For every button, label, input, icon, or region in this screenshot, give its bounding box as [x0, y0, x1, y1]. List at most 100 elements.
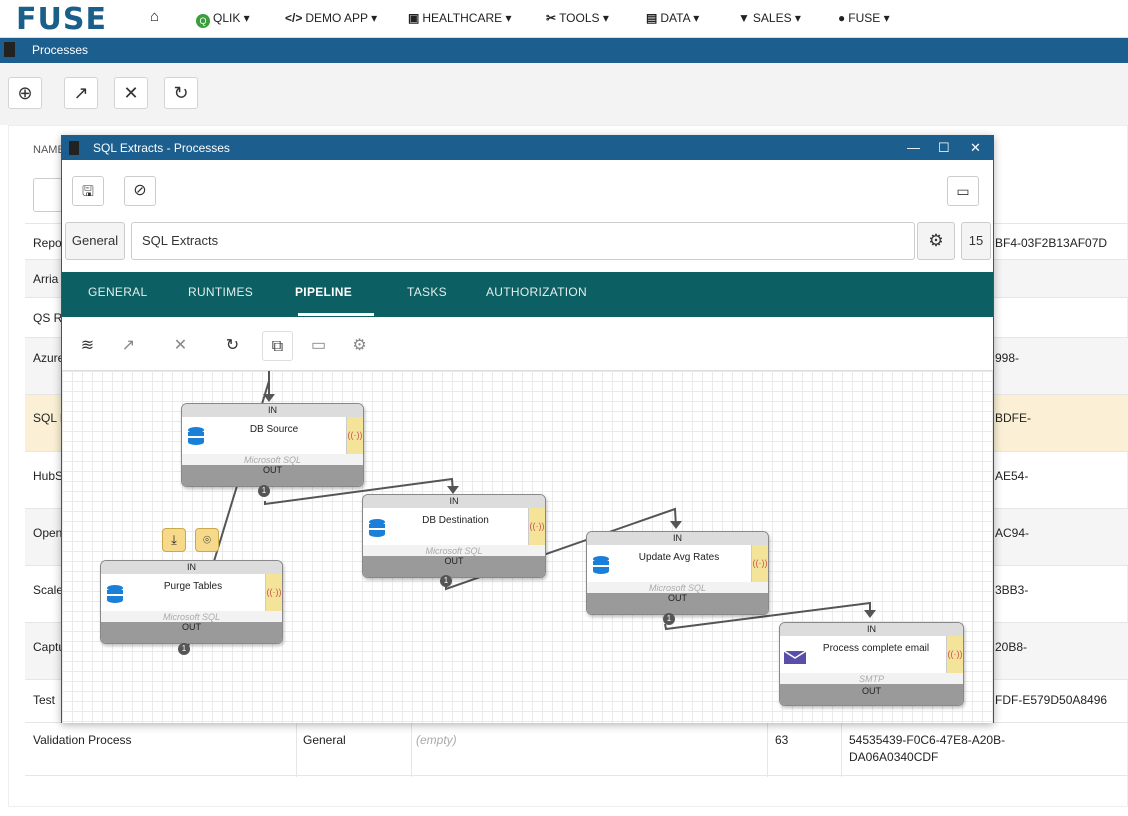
add-button[interactable]: ⊕	[8, 77, 42, 109]
nav-sales[interactable]: ▼ SALES ▾	[738, 11, 801, 25]
table-row[interactable]: Validation Process General (empty) 63 54…	[25, 722, 1128, 777]
row-id: FDF-E579D50A8496	[995, 693, 1108, 707]
node-settings-icon[interactable]: ((·))	[346, 417, 363, 454]
nav-data[interactable]: ▤ DATA ▾	[646, 11, 699, 25]
nav-fuse[interactable]: ● FUSE ▾	[838, 11, 890, 25]
node-in-port[interactable]: IN	[101, 561, 282, 574]
nav-qlik-label: QLIK ▾	[213, 11, 250, 25]
connection-count-badge: 1	[178, 643, 190, 655]
category-select[interactable]: General	[65, 222, 125, 260]
page-title: Processes	[32, 43, 89, 57]
node-in-port[interactable]: IN	[780, 623, 963, 636]
process-editor-dialog: SQL Extracts - Processes — ☐ ✕ 🖫 ⊘ ▭ Gen…	[61, 135, 994, 723]
refresh-button[interactable]: ↻	[164, 77, 198, 109]
node-out-port[interactable]: OUT	[182, 465, 363, 486]
row-id: 20B8-	[995, 640, 1028, 654]
node-settings-icon[interactable]: ((·))	[946, 636, 963, 673]
maximize-icon[interactable]: ☐	[938, 140, 950, 156]
delete-button[interactable]: ✕	[114, 77, 148, 109]
row-id: 54535439-F0C6-47E8-A20B-	[849, 733, 1006, 747]
row-name: Repo	[33, 236, 62, 250]
connection-count-badge: 1	[663, 613, 675, 625]
nav-demo-app-label: DEMO APP ▾	[305, 11, 378, 25]
pipeline-node-update-avg-rates[interactable]: IN Update Avg Rates ((·)) Microsoft SQL …	[586, 531, 769, 615]
node-settings-icon[interactable]: ((·))	[265, 574, 282, 611]
home-icon[interactable]: ⌂	[150, 8, 159, 25]
pipeline-node-process-complete-email[interactable]: IN Process complete email ((·)) SMTP OUT	[779, 622, 964, 706]
remove-icon[interactable]: ✕	[165, 331, 196, 361]
open-external-button[interactable]: ↗	[64, 77, 98, 109]
window-icon[interactable]: ▭	[303, 331, 334, 361]
settings-gear-icon[interactable]: ⚙	[917, 222, 955, 260]
column-divider	[411, 723, 412, 777]
sales-funnel-icon: ▼	[738, 11, 750, 25]
node-label: Process complete email	[822, 643, 930, 654]
close-icon[interactable]: ✕	[970, 140, 981, 156]
save-icon[interactable]: 🖫	[72, 176, 104, 206]
settings-icon[interactable]: ⚙	[344, 331, 375, 361]
hospital-icon: ▣	[408, 11, 420, 25]
pipeline-node-db-source[interactable]: IN DB Source ((·)) Microsoft SQL OUT	[181, 403, 364, 487]
node-body: Purge Tables	[101, 574, 265, 611]
node-in-port[interactable]: IN	[363, 495, 545, 508]
nav-tools[interactable]: ✂ TOOLS ▾	[546, 11, 609, 25]
node-body: DB Destination	[363, 508, 528, 545]
download-icon[interactable]: ⤓	[162, 528, 186, 552]
open-external-icon[interactable]: ↗	[113, 331, 144, 361]
qlik-icon: Q	[196, 14, 210, 28]
row-name: Azure	[33, 351, 65, 365]
nav-demo-app[interactable]: </> DEMO APP ▾	[285, 11, 377, 25]
nav-sales-label: SALES ▾	[752, 11, 801, 25]
dialog-title-bar[interactable]: SQL Extracts - Processes — ☐ ✕	[62, 136, 993, 160]
node-settings-icon[interactable]: ((·))	[528, 508, 545, 545]
node-out-port[interactable]: OUT	[363, 556, 545, 577]
page-title-bar: Processes	[0, 38, 1128, 63]
add-layer-icon[interactable]: ≋	[72, 331, 103, 361]
document-icon	[4, 42, 15, 57]
row-id: 998-	[995, 351, 1020, 365]
node-body: Update Avg Rates	[587, 545, 751, 582]
row-number: 63	[775, 733, 789, 747]
location-pin-icon[interactable]: ⌾	[195, 528, 219, 552]
pipeline-canvas[interactable]: IN DB Source ((·)) Microsoft SQL OUT 1 I…	[62, 371, 993, 723]
column-header-name: NAME	[33, 144, 65, 156]
node-label: Purge Tables	[163, 581, 223, 592]
refresh-icon[interactable]: ↻	[217, 331, 248, 361]
node-out-port[interactable]: OUT	[101, 622, 282, 643]
data-icon: ▤	[646, 11, 658, 25]
node-in-port[interactable]: IN	[182, 404, 363, 417]
tab-tasks[interactable]: TASKS	[407, 285, 447, 299]
node-in-port[interactable]: IN	[587, 532, 768, 545]
nav-healthcare-label: HEALTHCARE ▾	[422, 11, 512, 25]
node-label: DB Destination	[422, 515, 489, 526]
row-type: General	[303, 733, 346, 747]
pipeline-node-purge-tables[interactable]: IN Purge Tables ((·)) Microsoft SQL OUT	[100, 560, 283, 644]
email-icon	[784, 650, 806, 664]
tab-general[interactable]: GENERAL	[88, 285, 147, 299]
flowchart-icon[interactable]: ⧉	[262, 331, 293, 361]
code-icon: </>	[285, 11, 303, 25]
nav-healthcare[interactable]: ▣ HEALTHCARE ▾	[408, 11, 512, 25]
nav-qlik[interactable]: Q QLIK ▾	[196, 11, 250, 28]
pipeline-toolbar: ≋ ↗ ✕ ↻ ⧉ ▭ ⚙	[62, 317, 993, 371]
active-tab-indicator	[298, 313, 374, 316]
main-toolbar: ⊕ ↗ ✕ ↻	[0, 63, 1128, 125]
fuse-logo[interactable]: FUSE	[16, 2, 107, 37]
row-name: Arria	[33, 272, 59, 286]
row-id-continued: DA06A0340CDF	[849, 750, 939, 764]
nav-fuse-label: FUSE ▾	[848, 11, 890, 25]
node-out-port[interactable]: OUT	[780, 684, 963, 705]
node-settings-icon[interactable]: ((·))	[751, 545, 768, 582]
tab-pipeline[interactable]: PIPELINE	[295, 285, 352, 299]
node-body: DB Source	[182, 417, 346, 454]
connection-count-badge: 1	[258, 485, 270, 497]
process-name-input[interactable]: SQL Extracts	[131, 222, 915, 260]
tab-runtimes[interactable]: RUNTIMES	[188, 285, 253, 299]
window-icon[interactable]: ▭	[947, 176, 979, 206]
node-out-port[interactable]: OUT	[587, 593, 768, 614]
minimize-icon[interactable]: —	[907, 140, 920, 155]
pipeline-node-db-destination[interactable]: IN DB Destination ((·)) Microsoft SQL OU…	[362, 494, 546, 578]
tab-authorization[interactable]: AUTHORIZATION	[486, 285, 587, 299]
connection-count-badge: 1	[440, 575, 452, 587]
cancel-icon[interactable]: ⊘	[124, 176, 156, 206]
